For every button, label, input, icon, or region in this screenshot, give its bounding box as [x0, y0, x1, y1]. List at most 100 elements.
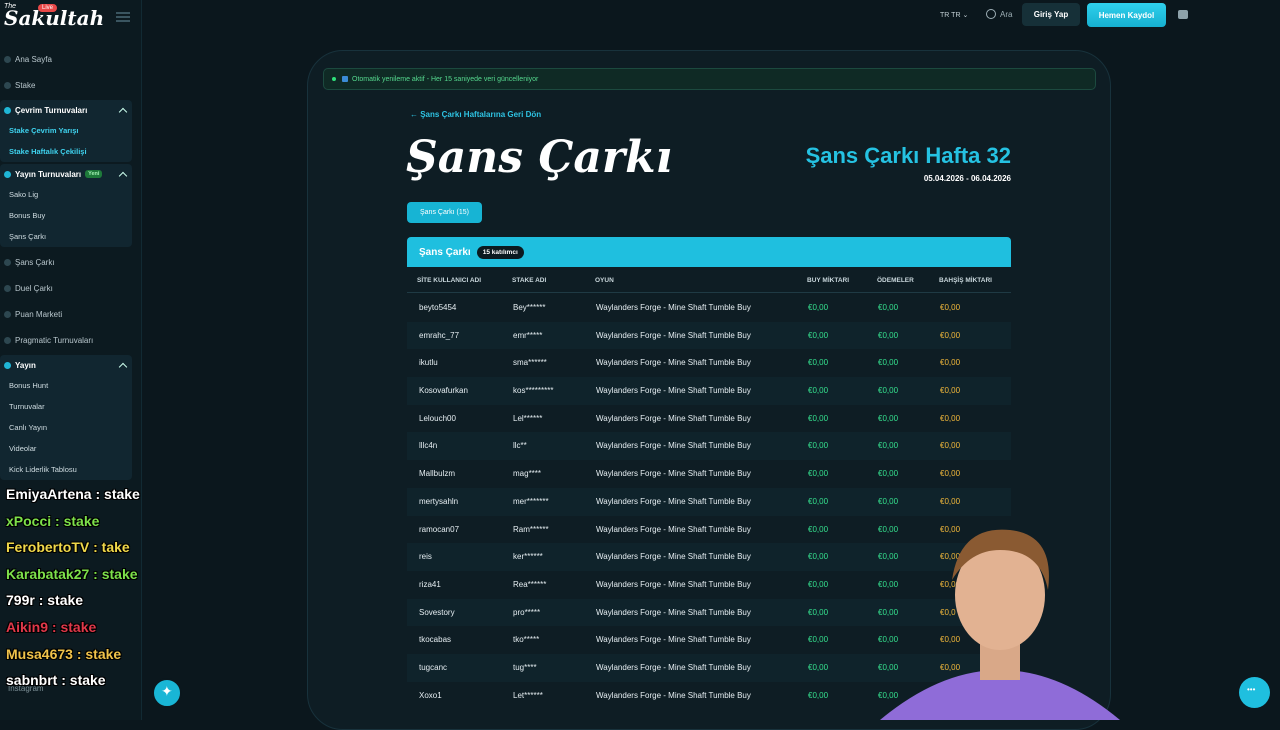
stake-name: tko*****	[513, 635, 540, 645]
sidebar-item-duel-carki[interactable]: Duel Çarkı	[0, 275, 132, 301]
chevron-up-icon	[118, 362, 128, 371]
game-name: Waylanders Forge - Mine Shaft Tumble Buy	[596, 358, 751, 368]
week-title: Şans Çarkı Hafta 32	[805, 143, 1011, 168]
col-payments: ÖDEMELER	[877, 277, 914, 284]
table-header-band: Şans Çarkı 15 katılımcı	[407, 237, 1011, 267]
stake-name: llc**	[513, 441, 527, 451]
tip-amount: €0,00	[940, 413, 961, 423]
chat-message: FerobertoTV : take	[6, 539, 130, 556]
wheel-icon	[4, 284, 11, 292]
col-game: OYUN	[595, 277, 614, 284]
buy-amount: €0,00	[808, 552, 829, 562]
back-link[interactable]: ← Şans Çarkı Haftalarına Geri Dön	[410, 110, 541, 119]
login-button[interactable]: Giriş Yap	[1022, 3, 1080, 26]
tip-amount: €0,00	[940, 496, 961, 506]
site-username: emrahc_77	[419, 330, 460, 340]
payment-amount: €0,00	[878, 330, 899, 340]
game-name: Waylanders Forge - Mine Shaft Tumble Buy	[596, 635, 751, 645]
participant-count-badge: 15 katılımcı	[476, 245, 524, 259]
game-name: Waylanders Forge - Mine Shaft Tumble Buy	[596, 330, 751, 340]
trophy-icon	[4, 336, 11, 344]
buy-amount: €0,00	[808, 607, 829, 617]
stake-name: Bey******	[513, 303, 546, 312]
sidebar-item-sans-carki[interactable]: Şans Çarkı	[0, 249, 132, 275]
game-name: Waylanders Forge - Mine Shaft Tumble Buy	[596, 469, 751, 479]
sidebar-item-puan-marketi[interactable]: Puan Marketi	[0, 301, 132, 327]
site-username: Xoxo1	[419, 690, 442, 700]
group-yayin-toggle[interactable]: Yayın	[0, 355, 132, 375]
stake-name: ker******	[513, 552, 543, 562]
menu-icon[interactable]	[116, 12, 130, 22]
col-stake-name: STAKE ADI	[512, 277, 547, 284]
tip-amount: €0,00	[940, 330, 961, 340]
table-row: lllc4n llc** Waylanders Forge - Mine Shaft…	[407, 432, 1011, 461]
auto-refresh-banner: Otomatik yenileme aktif - Her 15 saniyed…	[323, 68, 1096, 90]
site-username: Sovestory	[419, 607, 455, 617]
game-name: Waylanders Forge - Mine Shaft Tumble Buy	[596, 607, 751, 617]
search-label[interactable]: Ara	[1000, 10, 1012, 19]
sidebar-item-home[interactable]: Ana Sayfa	[0, 46, 132, 72]
payment-amount: €0,00	[878, 469, 899, 479]
sidebar-item-pragmatic[interactable]: Pragmatic Turnuvaları	[0, 327, 132, 353]
table-row: Kosovafurkan kos********* Waylanders Forge…	[407, 377, 1011, 405]
table-row: Mallbulzm mag**** Waylanders Forge - Mine …	[407, 460, 1011, 488]
stake-name: tug****	[513, 662, 537, 672]
payment-amount: €0,00	[878, 303, 899, 312]
search-icon[interactable]	[986, 9, 996, 19]
sidebar-item-stake[interactable]: Stake	[0, 72, 132, 98]
sidebar-item-sako-lig[interactable]: Sako Lig	[0, 184, 132, 205]
sidebar-item-videolar[interactable]: Videolar	[0, 438, 132, 459]
game-name: Waylanders Forge - Mine Shaft Tumble Buy	[596, 303, 751, 312]
tip-amount: €0,00	[940, 469, 961, 479]
live-dot-icon	[332, 77, 336, 81]
site-username: Mallbulzm	[419, 469, 456, 479]
chat-icon[interactable]	[1178, 10, 1188, 19]
chat-fab-icon[interactable]	[1239, 677, 1270, 708]
col-tip-amount: BAHŞİŞ MİKTARI	[939, 277, 992, 284]
game-name: Waylanders Forge - Mine Shaft Tumble Buy	[596, 662, 751, 672]
payment-amount: €0,00	[878, 413, 899, 423]
week-dates: 05.04.2026 - 06.04.2026	[923, 174, 1011, 183]
sidebar-item-canli-yayin[interactable]: Canlı Yayın	[0, 417, 132, 438]
sidebar-item-bonus-hunt[interactable]: Bonus Hunt	[0, 375, 132, 396]
group-cevrim-toggle[interactable]: Çevrim Turnuvaları	[0, 100, 132, 120]
chat-message: Karabatak27 : stake	[6, 565, 138, 582]
site-username: ramocan07	[419, 524, 460, 534]
sidebar-item-bonus-buy[interactable]: Bonus Buy	[0, 205, 132, 226]
stake-name: Rea******	[513, 579, 547, 589]
register-button[interactable]: Hemen Kaydol	[1087, 3, 1166, 27]
sidebar-item-cevrim-yarisi[interactable]: Stake Çevrim Yarışı	[0, 120, 132, 141]
tab-sans-carki[interactable]: Şans Çarkı (15)	[407, 202, 482, 223]
stake-name: sma******	[513, 358, 547, 368]
chevron-up-icon	[118, 107, 128, 116]
stake-name: Lel******	[513, 413, 543, 423]
site-username: ikutlu	[419, 358, 438, 368]
language-select[interactable]: TR TR ⌄	[940, 11, 968, 19]
chat-message: Aikin9 : stake	[6, 618, 97, 635]
webcam-overlay	[880, 529, 1120, 720]
sidebar-nav: Ana Sayfa Stake Çevrim Turnuvaları Stake…	[0, 46, 132, 482]
buy-amount: €0,00	[808, 635, 829, 645]
sidebar-item-haftalik-cekilis[interactable]: Stake Haftalık Çekilişi	[0, 141, 132, 162]
buy-amount: €0,00	[808, 303, 829, 312]
game-name: Waylanders Forge - Mine Shaft Tumble Buy	[596, 386, 751, 396]
menu-fab-icon[interactable]	[152, 678, 182, 708]
stake-name: pro*****	[513, 607, 541, 617]
sidebar-item-kick-liderlik[interactable]: Kick Liderlik Tablosu	[0, 459, 132, 480]
col-buy-amount: BUY MİKTARI	[807, 277, 850, 284]
chat-message: Musa4673 : stake	[6, 645, 122, 662]
wheel-icon	[4, 258, 11, 266]
sidebar-item-sans-carki-sub[interactable]: Şans Çarkı	[0, 226, 132, 247]
sidebar-item-turnuvalar[interactable]: Turnuvalar	[0, 396, 132, 417]
stake-name: mer*******	[513, 496, 549, 506]
stake-name: mag****	[513, 469, 542, 479]
game-name: Waylanders Forge - Mine Shaft Tumble Buy	[596, 496, 751, 506]
site-username: mertysahln	[419, 496, 459, 506]
chat-message: 799r : stake	[6, 592, 84, 609]
broadcast-icon	[4, 361, 11, 369]
tip-amount: €0,00	[940, 358, 961, 368]
table-row: emrahc_77 emr***** Waylanders Forge - Mine…	[407, 321, 1011, 350]
chat-message: xPocci : stake	[6, 512, 100, 529]
payment-amount: €0,00	[878, 386, 899, 396]
group-yayin-turnuva-toggle[interactable]: Yayın Turnuvaları Yeni	[0, 164, 132, 184]
